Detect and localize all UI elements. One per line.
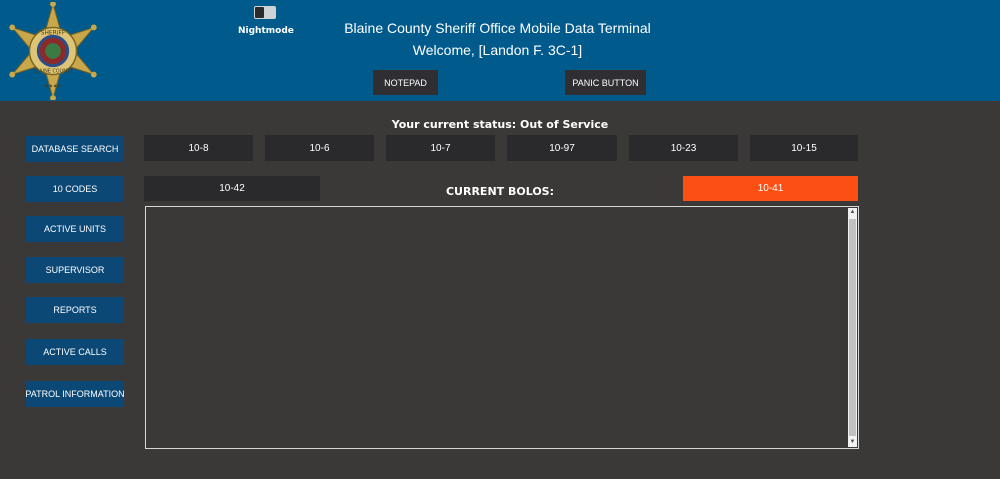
patrol-information-button[interactable]: PATROL INFORMATION (25, 381, 125, 407)
bolos-textarea[interactable]: ▲ ▼ (145, 206, 859, 449)
badge-bottom-text: BLAINE COUNTY (33, 69, 73, 75)
page-title: Blaine County Sheriff Office Mobile Data… (344, 20, 651, 36)
code-button-10-7[interactable]: 10-7 (386, 135, 495, 161)
supervisor-button[interactable]: SUPERVISOR (26, 257, 124, 283)
code-button-10-23[interactable]: 10-23 (629, 135, 738, 161)
code-button-10-8[interactable]: 10-8 (144, 135, 253, 161)
active-units-button[interactable]: ACTIVE UNITS (26, 216, 124, 242)
ten-codes-button[interactable]: 10 CODES (26, 176, 124, 202)
nightmode-toggle[interactable] (254, 6, 276, 19)
welcome-message: Welcome, [Landon F. 3C-1] (412, 42, 583, 58)
code-button-10-97[interactable]: 10-97 (507, 135, 617, 161)
toggle-knob-icon (255, 7, 264, 18)
badge-top-text: SHERIFF (41, 30, 66, 36)
panic-button[interactable]: PANIC BUTTON (565, 70, 646, 95)
scroll-up-arrow-icon[interactable]: ▲ (848, 208, 857, 217)
notepad-button[interactable]: NOTEPAD (373, 70, 438, 95)
bolos-scrollbar[interactable]: ▲ ▼ (848, 208, 857, 447)
current-status-text: Your current status: Out of Service (391, 118, 609, 131)
code-button-10-41[interactable]: 10-41 (683, 176, 858, 201)
code-button-10-15[interactable]: 10-15 (750, 135, 858, 161)
reports-button[interactable]: REPORTS (26, 297, 124, 323)
code-button-10-42[interactable]: 10-42 (144, 176, 320, 201)
badge-stars: ★★★★ (44, 83, 62, 89)
header-bar: SHERIFF BLAINE COUNTY ★★★★ Nightmode Bla… (0, 0, 1000, 101)
nightmode-label: Nightmode (238, 26, 294, 36)
database-search-button[interactable]: DATABASE SEARCH (26, 136, 124, 162)
scroll-down-arrow-icon[interactable]: ▼ (848, 438, 857, 447)
nightmode-control: Nightmode (238, 6, 294, 36)
active-calls-button[interactable]: ACTIVE CALLS (26, 339, 124, 365)
code-button-10-6[interactable]: 10-6 (265, 135, 374, 161)
sheriff-badge-logo: SHERIFF BLAINE COUNTY ★★★★ (9, 2, 97, 100)
current-bolos-label: CURRENT BOLOS: (445, 185, 555, 198)
scroll-thumb[interactable] (849, 219, 856, 436)
